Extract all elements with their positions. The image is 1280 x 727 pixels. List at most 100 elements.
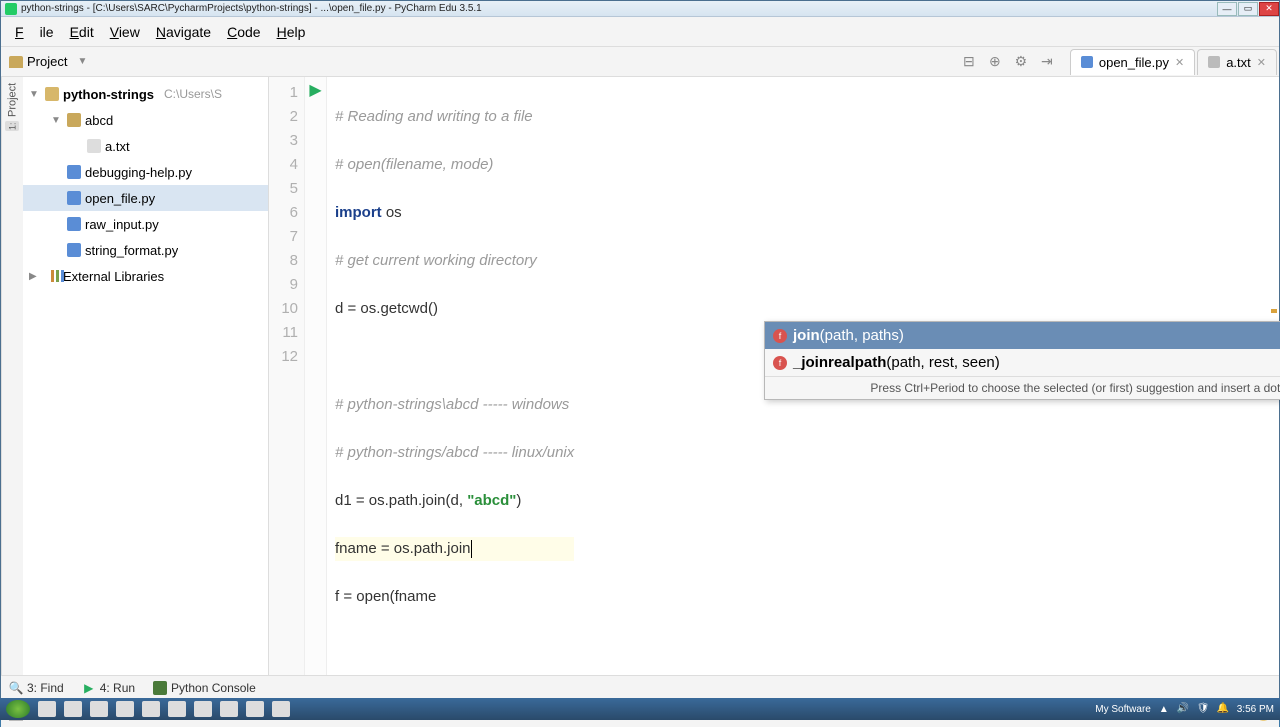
menu-file[interactable]: File: [7, 20, 62, 44]
taskbar-icon[interactable]: [142, 701, 160, 717]
project-tree[interactable]: ▼ python-strings C:\Users\S ▼ abcd a.txt…: [23, 77, 269, 675]
app-icon: [5, 3, 17, 15]
code-line: d = os.getcwd(): [335, 300, 438, 317]
code-token: d1 = os.path.join(d,: [335, 492, 467, 509]
menubar: File Edit View Navigate Code Help: [1, 17, 1279, 47]
tool-label: 4: Run: [100, 681, 135, 695]
window-close-button[interactable]: ✕: [1259, 2, 1279, 16]
close-icon[interactable]: ✕: [1175, 56, 1184, 69]
tree-label: External Libraries: [63, 269, 164, 284]
folder-icon: [67, 113, 81, 127]
tool-find[interactable]: 🔍 3: Find: [9, 681, 64, 695]
autocomplete-item[interactable]: f _joinrealpath(path, rest, seen) os.pat…: [765, 349, 1280, 376]
line-number-gutter: 123 456 789 101112: [269, 77, 305, 675]
taskbar-icon[interactable]: [272, 701, 290, 717]
tab-label: open_file.py: [1099, 55, 1169, 70]
windows-taskbar[interactable]: My Software ▲ 🔊 🛡 🔔 3:56 PM: [0, 698, 1280, 720]
menu-edit[interactable]: Edit: [62, 20, 102, 44]
tray-icon[interactable]: 🔊: [1177, 703, 1189, 715]
autocomplete-popup[interactable]: f join(path, paths) os.path f _joinrealp…: [764, 321, 1280, 400]
run-line-icon[interactable]: ▶: [305, 81, 326, 105]
autocomplete-item[interactable]: f join(path, paths) os.path: [765, 322, 1280, 349]
menu-code[interactable]: Code: [219, 20, 268, 44]
chevron-down-icon[interactable]: ▼: [51, 115, 63, 126]
left-gutter[interactable]: 1: Project: [1, 77, 23, 675]
code-token: ): [516, 492, 521, 509]
run-gutter: ▶: [305, 77, 327, 675]
taskbar-icon[interactable]: [38, 701, 56, 717]
tree-file-debug[interactable]: debugging-help.py: [23, 159, 268, 185]
code-line: # get current working directory: [335, 252, 537, 269]
code-line: f = open(fname: [335, 588, 436, 605]
tray-clock[interactable]: 3:56 PM: [1237, 704, 1274, 715]
tree-file-a-txt[interactable]: a.txt: [23, 133, 268, 159]
tool-run[interactable]: ▶ 4: Run: [82, 681, 135, 695]
tray-icon[interactable]: 🛡: [1197, 703, 1209, 715]
tool-label: 3: Find: [27, 681, 64, 695]
fn-sig: (path, paths): [820, 327, 904, 344]
gear-icon[interactable]: ⚙: [1014, 55, 1028, 69]
chevron-down-icon[interactable]: ▼: [29, 89, 41, 100]
tray-chevron-icon[interactable]: ▲: [1159, 704, 1169, 715]
search-icon: 🔍: [9, 681, 23, 695]
taskbar-icon[interactable]: [168, 701, 186, 717]
chevron-right-icon[interactable]: ▶: [29, 271, 41, 282]
fn-name: _joinrealpath: [793, 354, 886, 371]
project-header[interactable]: Project ▼: [1, 54, 95, 69]
tree-file-open-file[interactable]: open_file.py: [23, 185, 268, 211]
tray-icon[interactable]: 🔔: [1217, 703, 1229, 715]
start-button[interactable]: [6, 700, 30, 718]
tool-label: Python Console: [171, 681, 256, 695]
taskbar-icon[interactable]: [194, 701, 212, 717]
taskbar-icon[interactable]: [90, 701, 108, 717]
toolbar: Project ▼ ⊟ ⊕ ⚙ ⇥ open_file.py ✕ a.txt ✕: [1, 47, 1279, 77]
main-body: 1: Project ▼ python-strings C:\Users\S ▼…: [1, 77, 1279, 675]
python-console-icon: [153, 681, 167, 695]
tool-window-label: Project: [7, 83, 19, 117]
fn-sig: (path, rest, seen): [886, 354, 999, 371]
menu-help[interactable]: Help: [269, 20, 314, 44]
taskbar-icon[interactable]: [246, 701, 264, 717]
maximize-button[interactable]: ▭: [1238, 2, 1258, 16]
chevron-down-icon[interactable]: ▼: [77, 56, 87, 67]
play-icon: ▶: [82, 681, 96, 695]
close-icon[interactable]: ✕: [1257, 56, 1266, 69]
function-icon: f: [773, 329, 787, 343]
bottom-toolbar: 🔍 3: Find ▶ 4: Run Python Console: [1, 675, 1279, 699]
tree-file-string-format[interactable]: string_format.py: [23, 237, 268, 263]
code-area[interactable]: # Reading and writing to a file # open(f…: [327, 77, 574, 675]
code-line: # open(filename, mode): [335, 156, 493, 173]
menu-navigate[interactable]: Navigate: [148, 20, 219, 44]
tree-label: python-strings: [63, 87, 154, 102]
target-icon[interactable]: ⊕: [988, 55, 1002, 69]
menu-view[interactable]: View: [102, 20, 148, 44]
hide-icon[interactable]: ⇥: [1040, 55, 1054, 69]
python-file-icon: [67, 191, 81, 205]
python-file-icon: [67, 243, 81, 257]
code-editor[interactable]: 123 456 789 101112 ▶ # Reading and writi…: [269, 77, 1279, 675]
collapse-all-icon[interactable]: ⊟: [962, 55, 976, 69]
titlebar[interactable]: python-strings - [C:\Users\SARC\PycharmP…: [1, 1, 1279, 17]
taskbar-icon[interactable]: [64, 701, 82, 717]
tree-external-libraries[interactable]: ▶ External Libraries: [23, 263, 268, 289]
tree-root[interactable]: ▼ python-strings C:\Users\S: [23, 81, 268, 107]
warning-marker[interactable]: [1271, 309, 1277, 313]
tree-label: abcd: [85, 113, 113, 128]
taskbar-icon[interactable]: [116, 701, 134, 717]
tree-label: raw_input.py: [85, 217, 159, 232]
tab-open-file-py[interactable]: open_file.py ✕: [1070, 49, 1195, 75]
error-stripe[interactable]: [1269, 77, 1279, 675]
tab-label: a.txt: [1226, 55, 1251, 70]
minimize-button[interactable]: —: [1217, 2, 1237, 16]
autocomplete-hint: Press Ctrl+Period to choose the selected…: [765, 376, 1280, 399]
tree-folder-abcd[interactable]: ▼ abcd: [23, 107, 268, 133]
text-caret: [471, 540, 472, 558]
tree-label: debugging-help.py: [85, 165, 192, 180]
tab-a-txt[interactable]: a.txt ✕: [1197, 49, 1277, 75]
tree-file-raw-input[interactable]: raw_input.py: [23, 211, 268, 237]
function-icon: f: [773, 356, 787, 370]
system-tray[interactable]: My Software ▲ 🔊 🛡 🔔 3:56 PM: [1095, 703, 1274, 715]
tool-python-console[interactable]: Python Console: [153, 681, 256, 695]
taskbar-icon[interactable]: [220, 701, 238, 717]
text-file-icon: [87, 139, 101, 153]
